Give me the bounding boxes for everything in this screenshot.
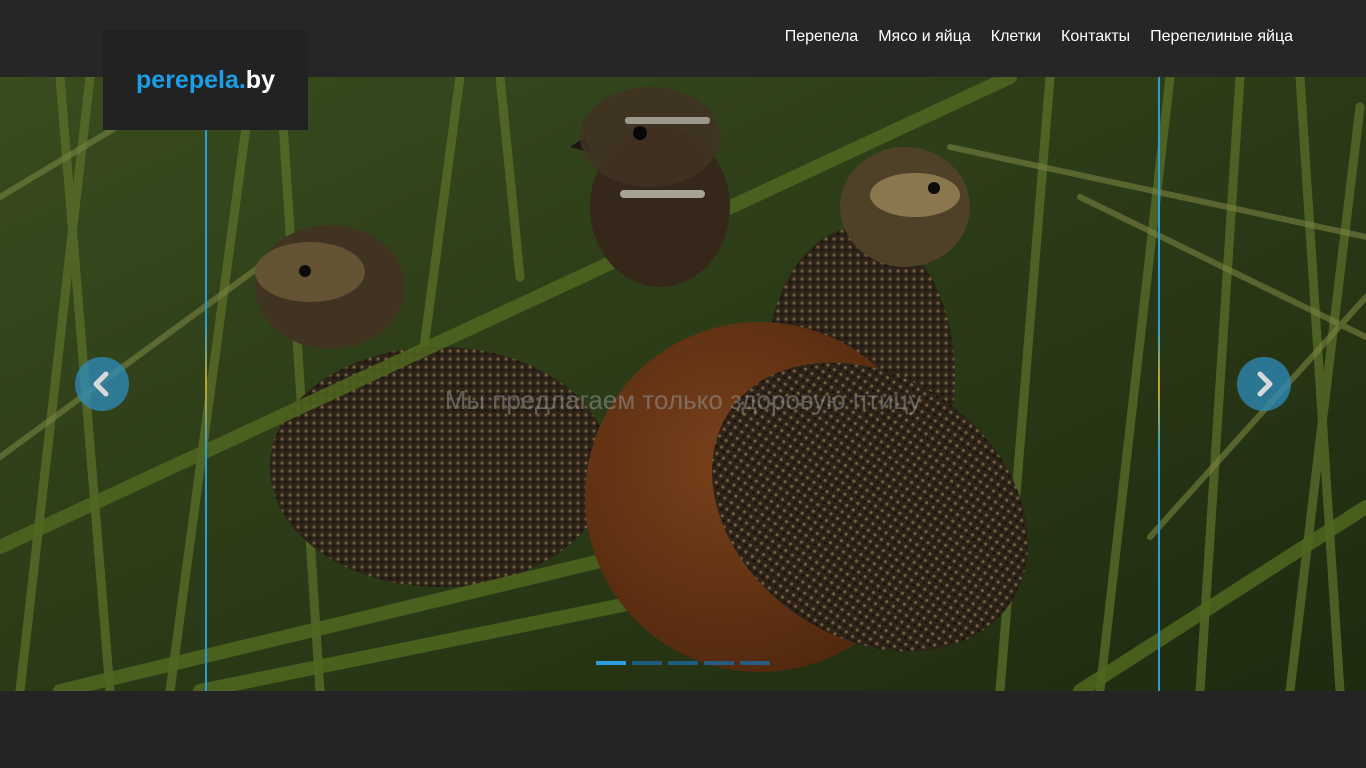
logo-name: perepela.: [136, 65, 246, 94]
slide-caption: Мы предлагаем только здоровую птицу: [444, 385, 922, 415]
slider-next-button[interactable]: [1237, 357, 1291, 411]
chevron-right-icon: [1257, 371, 1273, 397]
slider-dot-3[interactable]: [668, 661, 698, 665]
slider-dot-5[interactable]: [740, 661, 770, 665]
nav-item-meat-eggs[interactable]: Мясо и яйца: [878, 27, 971, 47]
slider-frame-line-left: [205, 77, 207, 691]
nav-item-cages[interactable]: Клетки: [991, 27, 1041, 47]
slider-dot-1[interactable]: [596, 661, 626, 665]
slider-pagination: [596, 661, 770, 665]
main-nav: Перепела Мясо и яйца Клетки Контакты Пер…: [785, 27, 1293, 47]
nav-item-quail-eggs[interactable]: Перепелиные яйца: [1150, 27, 1293, 47]
slider-dot-4[interactable]: [704, 661, 734, 665]
slider-frame-line-right: [1158, 77, 1160, 691]
chevron-left-icon: [93, 371, 109, 397]
slider-dot-2[interactable]: [632, 661, 662, 665]
nav-item-contacts[interactable]: Контакты: [1061, 27, 1130, 47]
logo-tld: by: [245, 65, 275, 94]
nav-item-quail[interactable]: Перепела: [785, 27, 858, 47]
page-footer-band: [0, 691, 1366, 768]
site-logo[interactable]: perepela. by: [103, 30, 308, 130]
slider-prev-button[interactable]: [75, 357, 129, 411]
